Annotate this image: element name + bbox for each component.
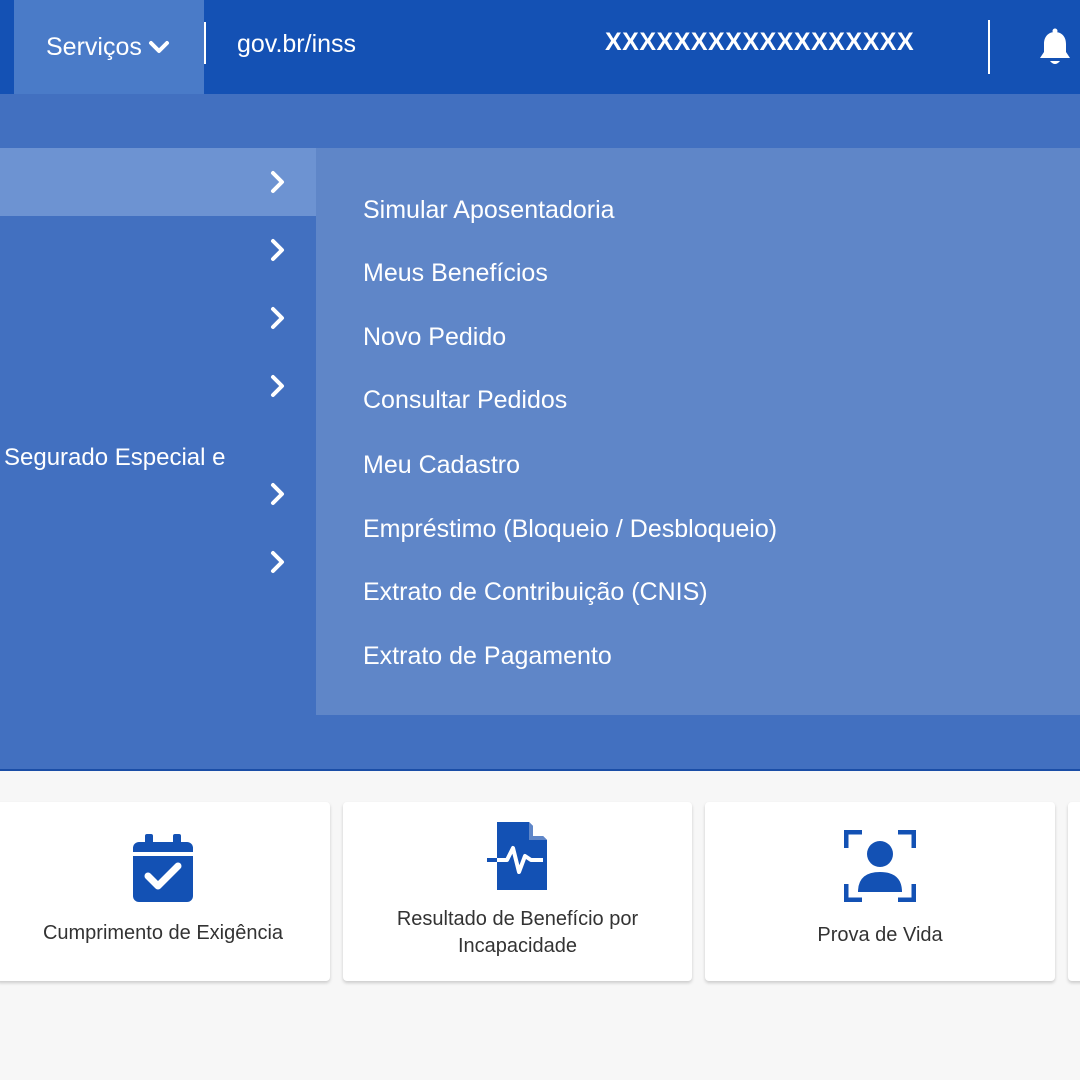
services-dropdown-panel: Segurado Especial e Simular Aposentadori… — [0, 94, 1080, 771]
submenu-item-extrato-pagamento[interactable]: Extrato de Pagamento — [363, 642, 612, 671]
card-title-line2: Incapacidade — [458, 935, 577, 957]
submenu-item-meu-cadastro[interactable]: Meu Cadastro — [363, 451, 520, 480]
submenu-item-meus-beneficios[interactable]: Meus Benefícios — [363, 259, 548, 288]
chevron-right-icon — [271, 551, 284, 573]
card-cumprimento-exigencia[interactable]: Cumprimento de Exigência — [0, 802, 330, 981]
header-divider-mid — [204, 22, 206, 64]
chevron-right-icon — [271, 483, 284, 505]
card-resultado-beneficio[interactable]: Resultado de Benefício por Incapacidade — [343, 802, 692, 981]
chevron-right-icon — [271, 171, 284, 193]
chevron-right-icon — [271, 307, 284, 329]
calendar-check-icon — [133, 834, 193, 902]
card-title: Prova de Vida — [817, 924, 943, 946]
card-title-line1: Resultado de Benefício por — [396, 908, 639, 930]
chevron-right-icon — [271, 375, 284, 397]
submenu-item-emprestimo[interactable]: Empréstimo (Bloqueio / Desbloqueio) — [363, 515, 777, 544]
submenu-item-novo-pedido[interactable]: Novo Pedido — [363, 323, 506, 352]
card-partial[interactable] — [1068, 802, 1080, 981]
bell-icon[interactable] — [1036, 28, 1074, 68]
medical-document-icon — [486, 822, 547, 890]
submenu-item-extrato-contribuicao[interactable]: Extrato de Contribuição (CNIS) — [363, 578, 708, 607]
chevron-down-icon — [148, 41, 169, 53]
services-label: Serviços — [46, 32, 142, 61]
submenu-item-consultar-pedidos[interactable]: Consultar Pedidos — [363, 386, 567, 415]
card-prova-de-vida[interactable]: Prova de Vida — [705, 802, 1055, 981]
services-menu-button[interactable]: Serviços — [14, 0, 204, 94]
category-item[interactable] — [0, 284, 316, 352]
submenu-item-simular-aposentadoria[interactable]: Simular Aposentadoria — [363, 196, 615, 225]
category-item[interactable] — [0, 528, 316, 596]
category-item[interactable] — [0, 352, 316, 420]
top-header: Serviços gov.br/inss XXXXXXXXXXXXXXXXXX — [0, 0, 1080, 94]
chevron-right-icon — [271, 239, 284, 261]
service-cards: Cumprimento de Exigência Resultado de Be… — [0, 802, 1080, 983]
card-title: Cumprimento de Exigência — [42, 922, 284, 944]
face-scan-icon — [844, 830, 916, 902]
services-submenu: Simular Aposentadoria Meus Benefícios No… — [316, 148, 1080, 715]
header-divider-right — [988, 20, 990, 74]
category-item[interactable] — [0, 460, 316, 528]
site-url-link[interactable]: gov.br/inss — [237, 30, 356, 59]
category-menu: Segurado Especial e — [0, 148, 316, 715]
category-item[interactable] — [0, 216, 316, 284]
category-item[interactable] — [0, 148, 316, 216]
user-name[interactable]: XXXXXXXXXXXXXXXXXX — [605, 28, 914, 57]
